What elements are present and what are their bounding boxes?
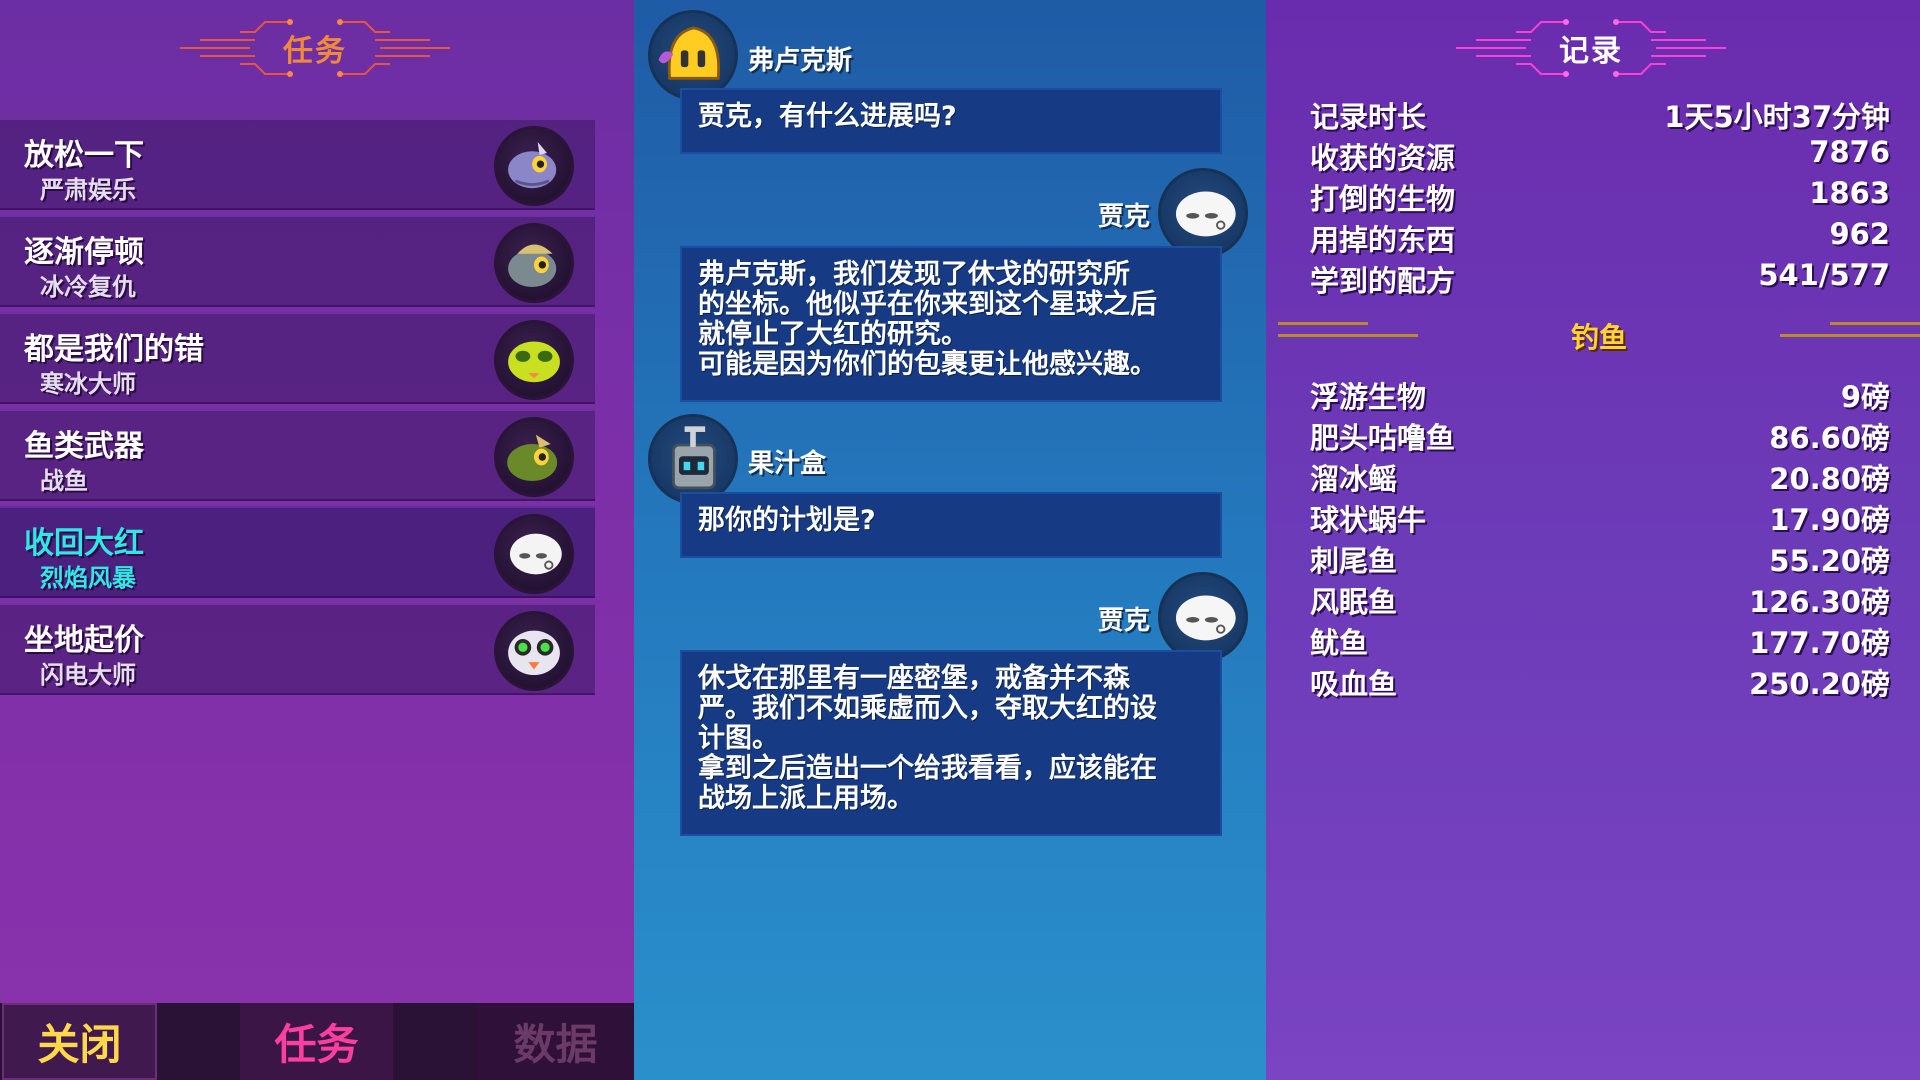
stat-value: 1863 <box>1809 176 1890 210</box>
fish-weight: 126.30磅 <box>1749 585 1890 619</box>
stat-row: 用掉的东西 962 <box>1310 217 1890 257</box>
quest-title: 都是我们的错 <box>24 332 204 367</box>
records-header: 记录 <box>1456 12 1726 84</box>
quest-subtitle: 烈焰风暴 <box>40 564 136 592</box>
fish-weight: 177.70磅 <box>1749 626 1890 660</box>
stat-row: 打倒的生物 1863 <box>1310 176 1890 216</box>
dialogue-panel: 弗卢克斯 贾克，有什么进展吗? 贾克 弗卢克斯，我们发现了休戈的研究所 的坐标。… <box>634 0 1266 1080</box>
stat-row: 记录时长 1天5小时37分钟 <box>1310 94 1890 134</box>
fish-name: 吸血鱼 <box>1310 667 1398 701</box>
stat-label: 收获的资源 <box>1310 141 1456 175</box>
dialogue-bubble: 休戈在那里有一座密堡，戒备并不森 严。我们不如乘虚而入，夺取大红的设 计图。 拿… <box>680 650 1222 836</box>
quest-item[interactable]: 坐地起价 闪电大师 <box>0 603 595 695</box>
fishing-row: 吸血鱼 250.20磅 <box>1310 661 1890 701</box>
quest-list: 放松一下 严肃娱乐 逐渐停顿 冰冷复仇 都是我们的错 寒冰大师 鱼类武器 战鱼 <box>0 118 595 700</box>
speaker-name: 贾克 <box>1098 202 1151 232</box>
white-skull-creature-icon <box>494 514 574 594</box>
stat-value: 541/577 <box>1758 258 1890 292</box>
fish-name: 刺尾鱼 <box>1310 544 1398 578</box>
fishing-row: 肥头咕噜鱼 86.60磅 <box>1310 415 1890 455</box>
stat-label: 记录时长 <box>1310 100 1427 134</box>
stat-label: 用掉的东西 <box>1310 223 1456 257</box>
stat-value: 7876 <box>1809 135 1890 169</box>
fish-weight: 55.20磅 <box>1769 544 1890 578</box>
fishing-row: 风眠鱼 126.30磅 <box>1310 579 1890 619</box>
stat-row: 学到的配方 541/577 <box>1310 258 1890 298</box>
quests-header: 任务 <box>180 12 450 84</box>
green-fish-creature-icon <box>494 417 574 497</box>
speaker-name: 贾克 <box>1098 606 1151 636</box>
quest-item[interactable]: 收回大红 烈焰风暴 <box>0 506 595 598</box>
dialogue-bubble: 那你的计划是? <box>680 492 1222 558</box>
fishing-row: 球状蜗牛 17.90磅 <box>1310 497 1890 537</box>
white-skull-icon <box>1158 168 1248 258</box>
helmet-fish-creature-icon <box>494 223 574 303</box>
fish-weight: 17.90磅 <box>1769 503 1890 537</box>
fish-weight: 9磅 <box>1840 380 1890 414</box>
juicebox-robot-icon <box>648 414 738 504</box>
fish-name: 溜冰鳐 <box>1310 462 1398 496</box>
quests-title: 任务 <box>283 34 347 69</box>
fishing-row: 浮游生物 9磅 <box>1310 374 1890 414</box>
fish-name: 浮游生物 <box>1310 380 1427 414</box>
stat-value: 962 <box>1829 217 1890 251</box>
stat-label: 学到的配方 <box>1310 264 1456 298</box>
dialogue-bubble: 贾克，有什么进展吗? <box>680 88 1222 154</box>
records-title: 记录 <box>1559 34 1623 69</box>
stat-row: 收获的资源 7876 <box>1310 135 1890 175</box>
fish-name: 肥头咕噜鱼 <box>1310 421 1456 455</box>
fish-name: 球状蜗牛 <box>1310 503 1427 537</box>
quest-item[interactable]: 逐渐停顿 冰冷复仇 <box>0 215 595 307</box>
fish-weight: 250.20磅 <box>1749 667 1890 701</box>
quest-subtitle: 冰冷复仇 <box>40 273 136 301</box>
dialogue-bubble: 弗卢克斯，我们发现了休戈的研究所 的坐标。他似乎在你来到这个星球之后 就停止了大… <box>680 246 1222 402</box>
bottom-tab-bar: 关闭 任务 数据 <box>0 1003 634 1080</box>
fishing-row: 溜冰鳐 20.80磅 <box>1310 456 1890 496</box>
quest-item[interactable]: 鱼类武器 战鱼 <box>0 409 595 501</box>
fishing-header: 钓鱼 <box>1278 310 1920 360</box>
quest-subtitle: 闪电大师 <box>40 661 136 689</box>
stat-label: 打倒的生物 <box>1310 182 1456 216</box>
fishing-row: 刺尾鱼 55.20磅 <box>1310 538 1890 578</box>
white-skull-icon <box>1158 572 1248 662</box>
quest-item[interactable]: 都是我们的错 寒冰大师 <box>0 312 595 404</box>
quest-item[interactable]: 放松一下 严肃娱乐 <box>0 118 595 210</box>
speaker-name: 果汁盒 <box>748 449 827 479</box>
fishing-row: 鱿鱼 177.70磅 <box>1310 620 1890 660</box>
quest-title: 收回大红 <box>24 526 144 561</box>
yellow-mask-icon <box>648 10 738 100</box>
fish-name: 风眠鱼 <box>1310 585 1398 619</box>
fish-name: 鱿鱼 <box>1310 626 1369 660</box>
close-button[interactable]: 关闭 <box>2 1003 157 1080</box>
quest-title: 逐渐停顿 <box>24 235 144 270</box>
tab-data[interactable]: 数据 <box>477 1003 634 1080</box>
owl-creature-icon <box>494 611 574 691</box>
yellow-green-creature-icon <box>494 320 574 400</box>
quest-title: 鱼类武器 <box>24 429 144 464</box>
fishing-title: 钓鱼 <box>1570 321 1627 354</box>
speaker-name: 弗卢克斯 <box>748 46 853 76</box>
quest-subtitle: 寒冰大师 <box>40 370 136 398</box>
gray-fish-creature-icon <box>494 126 574 206</box>
quest-subtitle: 战鱼 <box>40 467 88 495</box>
stat-value: 1天5小时37分钟 <box>1664 100 1890 134</box>
quest-title: 放松一下 <box>24 138 144 173</box>
quest-subtitle: 严肃娱乐 <box>40 176 136 204</box>
records-panel: 记录 记录时长 1天5小时37分钟 收获的资源 7876 打倒的生物 1863 … <box>1266 0 1920 1080</box>
quests-panel: 任务 放松一下 严肃娱乐 逐渐停顿 冰冷复仇 都是我们的错 寒冰大师 鱼类武器 … <box>0 0 634 1080</box>
fish-weight: 20.80磅 <box>1769 462 1890 496</box>
fish-weight: 86.60磅 <box>1769 421 1890 455</box>
tab-quests[interactable]: 任务 <box>240 1003 393 1080</box>
quest-title: 坐地起价 <box>24 623 144 658</box>
